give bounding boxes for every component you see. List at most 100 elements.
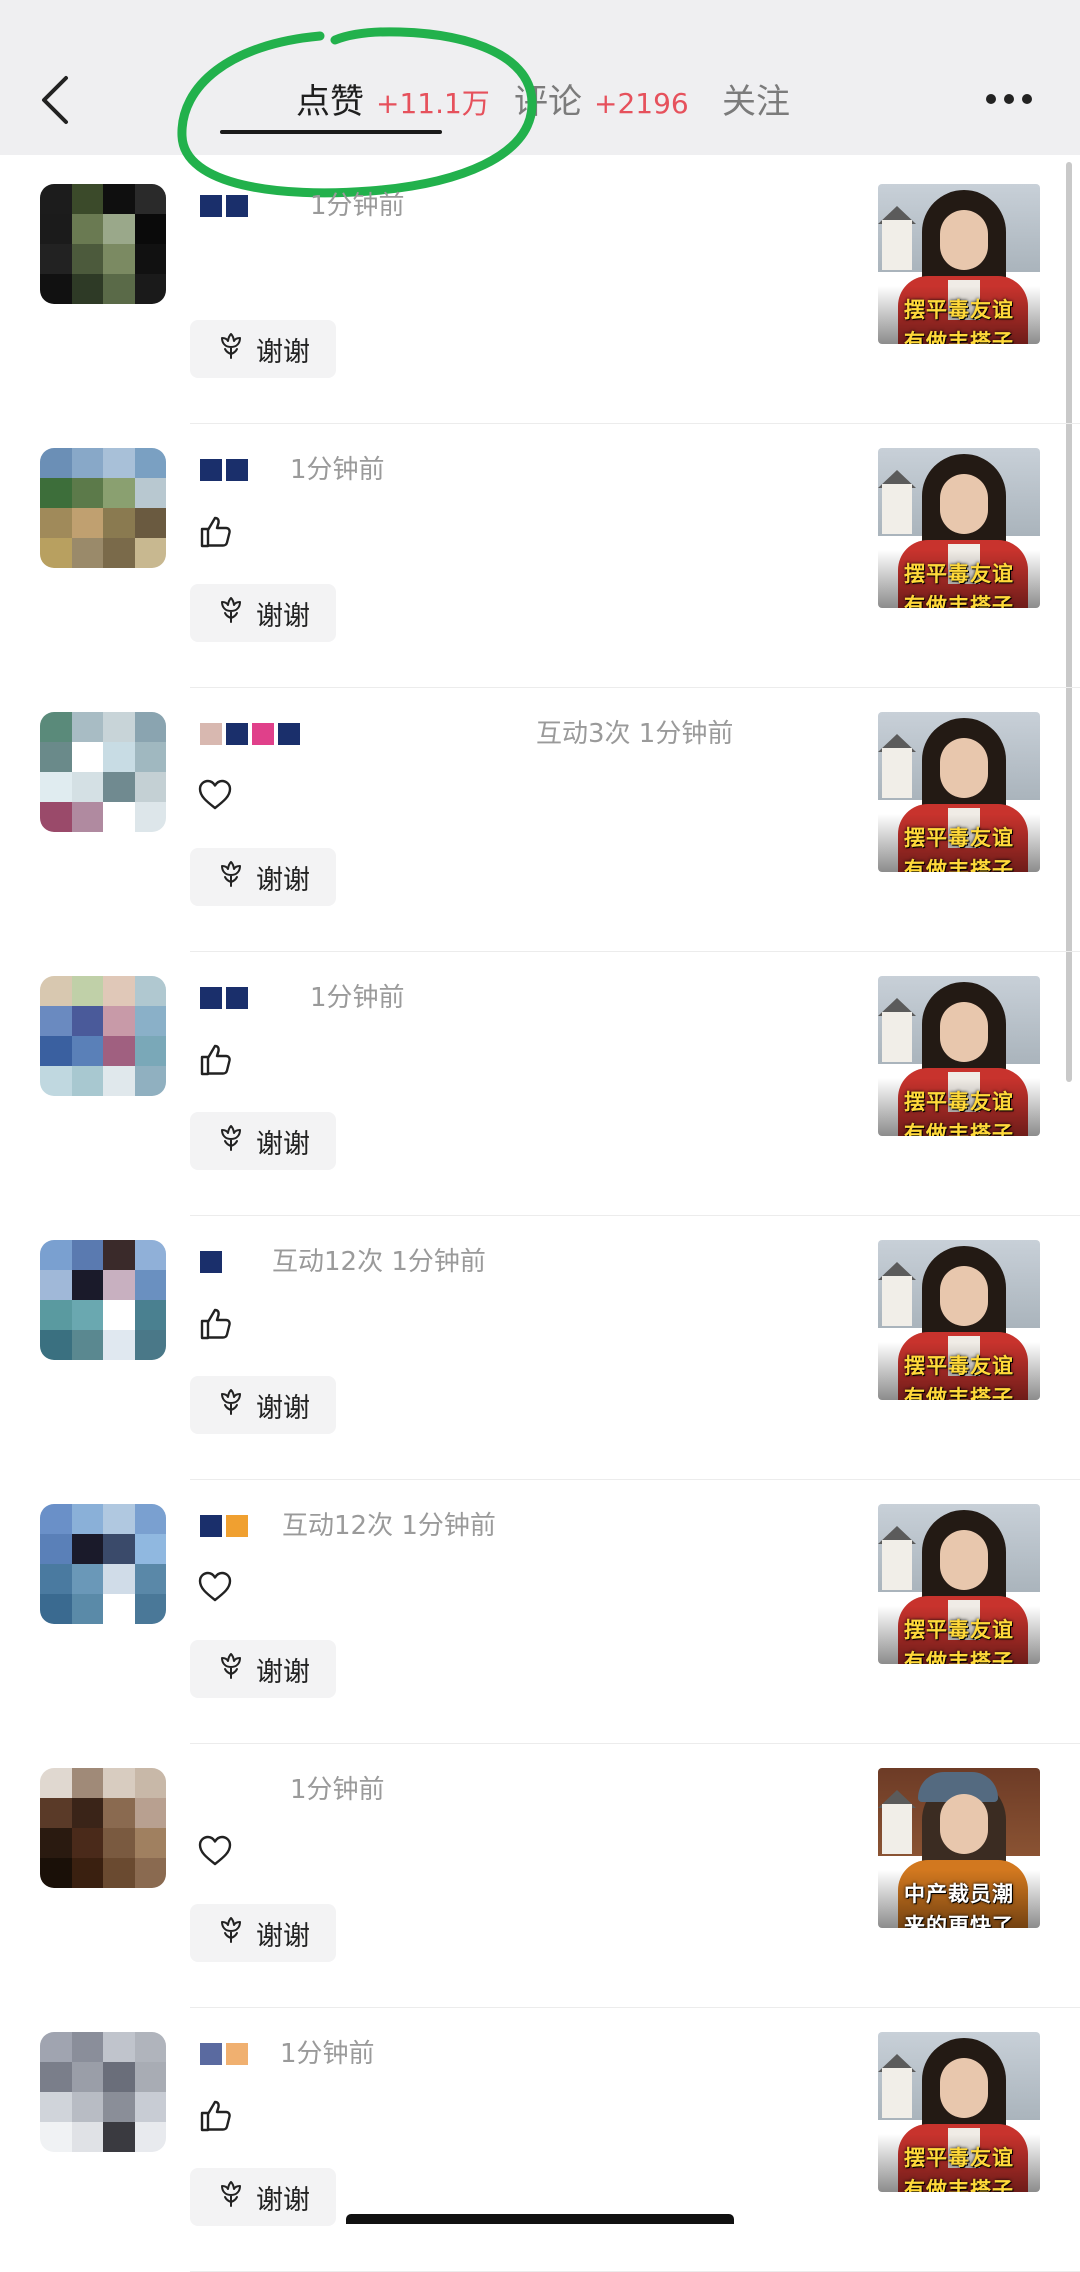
thumbnail-caption-line1: 摆平毒友谊	[904, 1090, 1014, 1114]
video-thumbnail[interactable]: 摆平毒友谊有做丰搭子	[878, 976, 1040, 1136]
flower-icon	[216, 1387, 246, 1424]
list-item[interactable]: 1分钟前谢谢 中产裁员潮来的更快了	[0, 1744, 1080, 2008]
thanks-label: 谢谢	[256, 1656, 310, 1688]
avatar[interactable]	[40, 2032, 166, 2152]
user-name-pixelated[interactable]	[200, 448, 252, 492]
list-item[interactable]: 1分钟前谢谢 摆平毒友谊有做丰搭子	[0, 2008, 1080, 2272]
thumbnail-caption-line1: 摆平毒友谊	[904, 2146, 1014, 2170]
user-name-pixelated[interactable]	[200, 1504, 252, 1548]
avatar[interactable]	[40, 1240, 166, 1360]
thumbnail-caption-line2: 有做丰搭子	[904, 594, 1014, 608]
video-thumbnail[interactable]: 摆平毒友谊有做丰搭子	[878, 184, 1040, 344]
thanks-button[interactable]: 谢谢	[190, 584, 336, 642]
flower-icon	[216, 1915, 246, 1952]
thumbs-up-icon	[196, 1304, 234, 1342]
thumbnail-caption-line1: 摆平毒友谊	[904, 826, 1014, 850]
home-indicator[interactable]	[346, 2214, 734, 2224]
tab-follow-label: 关注	[722, 82, 790, 122]
flower-icon	[216, 1651, 246, 1688]
thumbnail-caption-line2: 有做丰搭子	[904, 1122, 1014, 1136]
thumbnail-caption-line2: 有做丰搭子	[904, 2178, 1014, 2192]
thumbnail-caption-line1: 摆平毒友谊	[904, 1354, 1014, 1378]
flower-icon	[216, 1123, 246, 1160]
activity-meta: 1分钟前	[310, 983, 405, 1013]
heart-icon	[196, 1568, 234, 1606]
user-name-pixelated[interactable]	[200, 976, 252, 1020]
activity-meta: 互动12次 1分钟前	[282, 1511, 496, 1541]
comments-count: +2196	[594, 87, 689, 120]
heart-icon	[196, 776, 234, 814]
thanks-button[interactable]: 谢谢	[190, 848, 336, 906]
thumbnail-caption-line2: 有做丰搭子	[904, 330, 1014, 344]
video-thumbnail[interactable]: 中产裁员潮来的更快了	[878, 1768, 1040, 1928]
list-item[interactable]: 1分钟前谢谢 摆平毒友谊有做丰搭子	[0, 160, 1080, 424]
heart-icon	[196, 1832, 234, 1870]
flower-icon	[216, 859, 246, 896]
thanks-button[interactable]: 谢谢	[190, 1376, 336, 1434]
thumbnail-caption-line2: 有做丰搭子	[904, 858, 1014, 872]
user-name-pixelated[interactable]	[200, 1240, 226, 1284]
thumbs-up-icon	[196, 1040, 234, 1078]
activity-meta: 1分钟前	[280, 2039, 375, 2069]
notification-list: 1分钟前 谢谢 摆平毒友谊 有做丰搭子 1分钟前 谢谢 摆平毒友谊 有做丰搭子 互动3次 1分钟…	[0, 160, 1080, 2272]
list-item[interactable]: 互动3次 1分钟前谢谢 摆平毒友谊有做丰搭子	[0, 688, 1080, 952]
avatar[interactable]	[40, 1768, 166, 1888]
thanks-label: 谢谢	[256, 1128, 310, 1160]
tab-follow[interactable]: 关注	[722, 80, 790, 124]
thumbnail-caption-line1: 摆平毒友谊	[904, 1618, 1014, 1642]
list-item[interactable]: 1分钟前谢谢 摆平毒友谊有做丰搭子	[0, 952, 1080, 1216]
list-item[interactable]: 互动12次 1分钟前谢谢 摆平毒友谊有做丰搭子	[0, 1480, 1080, 1744]
thumbnail-caption-line1: 摆平毒友谊	[904, 298, 1014, 322]
avatar[interactable]	[40, 712, 166, 832]
tab-likes[interactable]: 点赞 +11.1万	[296, 80, 490, 126]
thanks-label: 谢谢	[256, 864, 310, 896]
tab-likes-label: 点赞	[296, 82, 364, 122]
thanks-button[interactable]: 谢谢	[190, 2168, 336, 2226]
thumbs-up-icon	[196, 2096, 234, 2134]
video-thumbnail[interactable]: 摆平毒友谊有做丰搭子	[878, 1504, 1040, 1664]
thanks-label: 谢谢	[256, 1392, 310, 1424]
thanks-button[interactable]: 谢谢	[190, 320, 336, 378]
thanks-label: 谢谢	[256, 1920, 310, 1952]
thumbnail-caption-line1: 摆平毒友谊	[904, 562, 1014, 586]
thanks-button[interactable]: 谢谢	[190, 1640, 336, 1698]
video-thumbnail[interactable]: 摆平毒友谊有做丰搭子	[878, 712, 1040, 872]
tab-comments-label: 评论	[514, 82, 582, 122]
thumbnail-caption-line2: 来的更快了	[904, 1914, 1014, 1928]
active-tab-indicator	[220, 130, 442, 134]
thanks-label: 谢谢	[256, 2184, 310, 2216]
avatar[interactable]	[40, 976, 166, 1096]
user-name-pixelated[interactable]	[200, 712, 304, 756]
video-thumbnail[interactable]: 摆平毒友谊有做丰搭子	[878, 1240, 1040, 1400]
thumbnail-caption-line1: 中产裁员潮	[904, 1882, 1014, 1906]
thanks-button[interactable]: 谢谢	[190, 1112, 336, 1170]
top-nav-bar: 点赞 +11.1万 评论 +2196 关注	[0, 0, 1080, 198]
back-arrow-icon[interactable]	[36, 72, 76, 128]
thumbnail-caption-line2: 有做丰搭子	[904, 1386, 1014, 1400]
tab-comments[interactable]: 评论 +2196	[514, 80, 689, 126]
video-thumbnail[interactable]: 摆平毒友谊有做丰搭子	[878, 2032, 1040, 2192]
avatar[interactable]	[40, 184, 166, 304]
activity-meta: 1分钟前	[290, 1775, 385, 1805]
avatar[interactable]	[40, 1504, 166, 1624]
avatar[interactable]	[40, 448, 166, 568]
flower-icon	[216, 2179, 246, 2216]
flower-icon	[216, 331, 246, 368]
activity-meta: 1分钟前	[310, 191, 405, 221]
flower-icon	[216, 595, 246, 632]
activity-meta: 互动3次 1分钟前	[536, 719, 734, 749]
thanks-label: 谢谢	[256, 600, 310, 632]
thanks-button[interactable]: 谢谢	[190, 1904, 336, 1962]
likes-count: +11.1万	[376, 87, 490, 120]
user-name-pixelated[interactable]	[200, 184, 252, 228]
more-options-icon[interactable]	[984, 86, 1034, 112]
list-item[interactable]: 1分钟前谢谢 摆平毒友谊有做丰搭子	[0, 424, 1080, 688]
user-name-pixelated[interactable]	[200, 2032, 252, 2076]
activity-meta: 1分钟前	[290, 455, 385, 485]
video-thumbnail[interactable]: 摆平毒友谊有做丰搭子	[878, 448, 1040, 608]
thumbnail-caption-line2: 有做丰搭子	[904, 1650, 1014, 1664]
list-item[interactable]: 互动12次 1分钟前谢谢 摆平毒友谊有做丰搭子	[0, 1216, 1080, 1480]
thanks-label: 谢谢	[256, 336, 310, 368]
activity-meta: 互动12次 1分钟前	[272, 1247, 486, 1277]
thumbs-up-icon	[196, 512, 234, 550]
